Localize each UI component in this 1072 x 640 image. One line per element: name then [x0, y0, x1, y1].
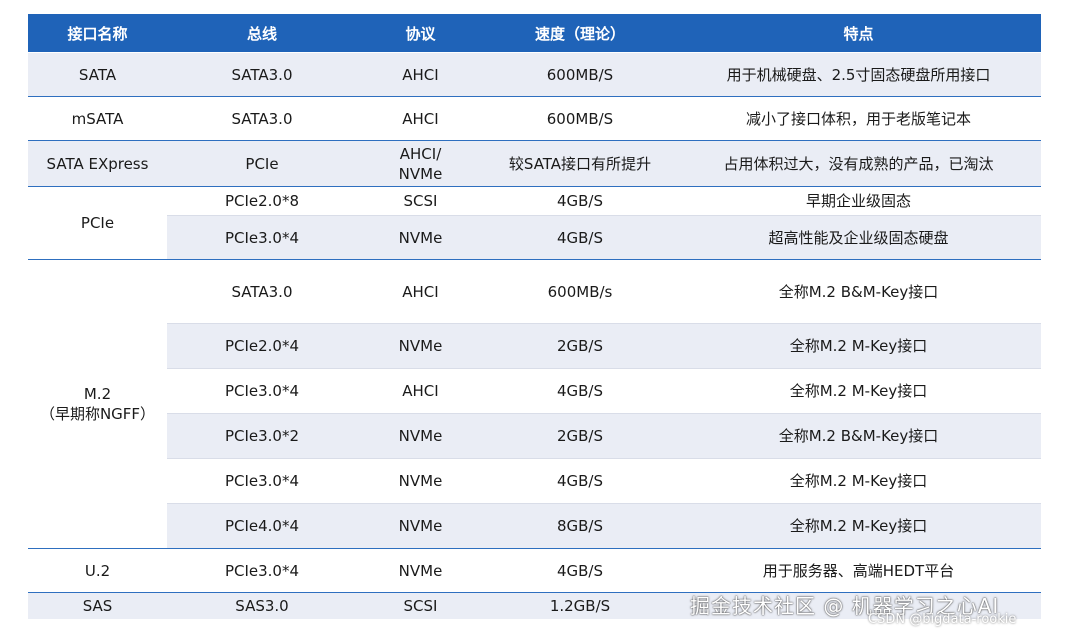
cell-protocol: NVMe: [357, 215, 484, 260]
cell-speed: 4GB/S: [484, 368, 676, 414]
cell-protocol: AHCI: [357, 368, 484, 414]
table-row: PCIe4.0*4 NVMe 8GB/S 全称M.2 M-Key接口: [28, 503, 1041, 549]
header-interface-name: 接口名称: [28, 14, 167, 53]
cell-speed: 4GB/S: [484, 548, 676, 593]
watermark-sub: CSDN @bigdata-rookie: [868, 612, 1017, 627]
cell-protocol: NVMe: [357, 548, 484, 593]
table-row: PCIe3.0*2 NVMe 2GB/S 全称M.2 B&M-Key接口: [28, 413, 1041, 459]
cell-bus: SAS3.0: [167, 592, 357, 619]
table-row: PCIe2.0*4 NVMe 2GB/S 全称M.2 M-Key接口: [28, 323, 1041, 369]
cell-feature: 早期企业级固态: [676, 186, 1041, 216]
table-row: SATA SATA3.0 AHCI 600MB/S 用于机械硬盘、2.5寸固态硬…: [28, 52, 1041, 97]
cell-protocol: AHCI: [357, 96, 484, 141]
cell-feature: 全称M.2 B&M-Key接口: [676, 413, 1041, 459]
cell-bus: PCIe3.0*4: [167, 215, 357, 260]
cell-feature: 占用体积过大，没有成熟的产品，已淘汰: [676, 140, 1041, 187]
cell-feature: 全称M.2 B&M-Key接口: [676, 259, 1041, 324]
cell-feature: 用于服务器、高端HEDT平台: [676, 548, 1041, 593]
cell-feature: 超高性能及企业级固态硬盘: [676, 215, 1041, 260]
cell-name: SAS: [28, 592, 167, 619]
cell-speed: 600MB/S: [484, 52, 676, 97]
cell-name: U.2: [28, 548, 167, 593]
table-row: M.2 （早期称NGFF） SATA3.0 AHCI 600MB/s 全称M.2…: [28, 259, 1041, 549]
comparison-table: 接口名称 总线 协议 速度（理论） 特点 SATA SATA3.0 AHCI 6…: [28, 14, 1041, 619]
cell-feature: 全称M.2 M-Key接口: [676, 323, 1041, 369]
header-feature: 特点: [676, 14, 1041, 53]
header-speed: 速度（理论）: [484, 14, 676, 53]
cell-bus: SATA3.0: [167, 259, 357, 324]
cell-feature: 全称M.2 M-Key接口: [676, 458, 1041, 504]
cell-bus: PCIe3.0*4: [167, 368, 357, 414]
interface-comparison-table: 接口名称 总线 协议 速度（理论） 特点 SATA SATA3.0 AHCI 6…: [28, 14, 1041, 619]
table-row: PCIe3.0*4 NVMe 4GB/S 全称M.2 M-Key接口: [28, 458, 1041, 504]
cell-bus: PCIe2.0*8: [167, 186, 357, 216]
cell-name: SATA EXpress: [28, 140, 167, 187]
cell-speed: 8GB/S: [484, 503, 676, 549]
cell-speed: 4GB/S: [484, 458, 676, 504]
cell-protocol: SCSI: [357, 186, 484, 216]
table-row: PCIe PCIe2.0*8 SCSI 4GB/S 早期企业级固态: [28, 186, 1041, 260]
header-bus: 总线: [167, 14, 357, 53]
cell-bus: PCIe2.0*4: [167, 323, 357, 369]
cell-bus: PCIe3.0*2: [167, 413, 357, 459]
cell-speed: 1.2GB/S: [484, 592, 676, 619]
cell-speed: 4GB/S: [484, 215, 676, 260]
cell-speed: 2GB/S: [484, 413, 676, 459]
cell-feature: 用于机械硬盘、2.5寸固态硬盘所用接口: [676, 52, 1041, 97]
cell-protocol: SCSI: [357, 592, 484, 619]
header-row: 接口名称 总线 协议 速度（理论） 特点: [28, 14, 1041, 53]
cell-protocol: AHCI: [357, 259, 484, 324]
cell-bus: SATA3.0: [167, 96, 357, 141]
cell-protocol: NVMe: [357, 323, 484, 369]
table-row: PCIe3.0*4 AHCI 4GB/S 全称M.2 M-Key接口: [28, 368, 1041, 414]
table-row: mSATA SATA3.0 AHCI 600MB/S 减小了接口体积，用于老版笔…: [28, 96, 1041, 141]
cell-protocol: NVMe: [357, 458, 484, 504]
cell-bus: PCIe3.0*4: [167, 458, 357, 504]
table-row: PCIe3.0*4 NVMe 4GB/S 超高性能及企业级固态硬盘: [28, 215, 1041, 260]
cell-protocol: NVMe: [357, 503, 484, 549]
cell-protocol: AHCI: [357, 52, 484, 97]
table-row: SATA EXpress PCIe AHCI/ NVMe 较SATA接口有所提升…: [28, 140, 1041, 187]
cell-feature: 全称M.2 M-Key接口: [676, 503, 1041, 549]
header-protocol: 协议: [357, 14, 484, 53]
cell-name: mSATA: [28, 96, 167, 141]
cell-bus: PCIe: [167, 140, 357, 187]
cell-feature: 减小了接口体积，用于老版笔记本: [676, 96, 1041, 141]
cell-speed: 600MB/s: [484, 259, 676, 324]
cell-bus: PCIe3.0*4: [167, 548, 357, 593]
cell-bus: PCIe4.0*4: [167, 503, 357, 549]
cell-bus: SATA3.0: [167, 52, 357, 97]
table-row: U.2 PCIe3.0*4 NVMe 4GB/S 用于服务器、高端HEDT平台: [28, 548, 1041, 593]
cell-speed: 2GB/S: [484, 323, 676, 369]
cell-protocol: AHCI/ NVMe: [357, 140, 484, 187]
cell-speed: 4GB/S: [484, 186, 676, 216]
cell-feature: 全称M.2 M-Key接口: [676, 368, 1041, 414]
cell-speed: 600MB/S: [484, 96, 676, 141]
cell-name: SATA: [28, 52, 167, 97]
cell-name: PCIe: [28, 186, 167, 260]
cell-name: M.2 （早期称NGFF）: [28, 259, 167, 549]
cell-protocol: NVMe: [357, 413, 484, 459]
cell-speed: 较SATA接口有所提升: [484, 140, 676, 187]
